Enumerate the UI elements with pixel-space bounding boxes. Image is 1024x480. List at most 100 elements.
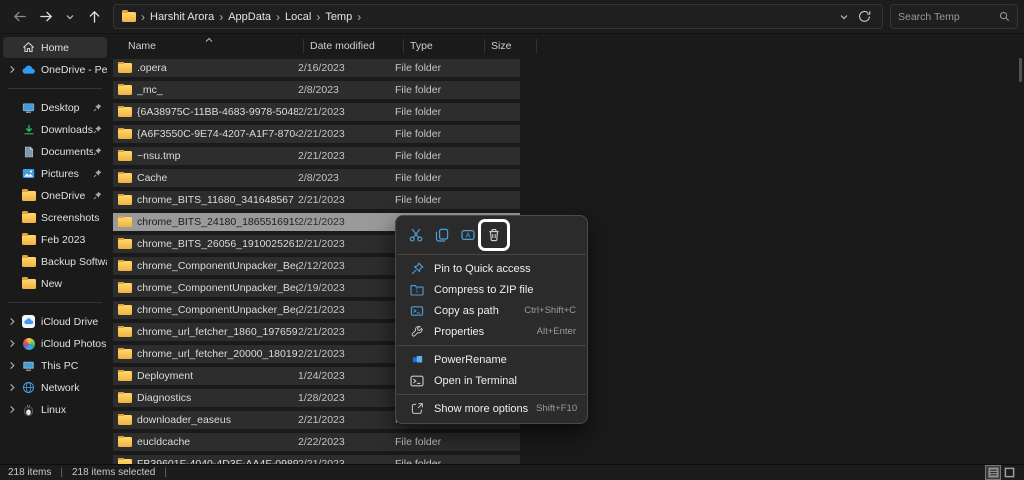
- expand-chevron-icon[interactable]: [3, 65, 20, 74]
- file-type-cell: File folder: [395, 84, 520, 96]
- folder-icon: [118, 349, 132, 359]
- table-row[interactable]: _mc_2/8/2023File folder: [113, 81, 520, 99]
- zip-icon: [410, 284, 424, 296]
- sidebar-item-desktop[interactable]: Desktop: [3, 97, 107, 118]
- table-row[interactable]: eucldcache2/22/2023File folder: [113, 433, 520, 451]
- vertical-scrollbar[interactable]: [1019, 58, 1022, 82]
- recent-locations-chevron-icon[interactable]: [64, 8, 76, 26]
- sidebar-item-label: OneDrive: [41, 190, 93, 202]
- menu-item-powerrename[interactable]: PowerRename: [396, 349, 587, 370]
- sidebar-item-documents[interactable]: Documents: [3, 141, 107, 162]
- details-view-button[interactable]: [986, 466, 1000, 479]
- folder-icon: [118, 415, 132, 425]
- file-date-cell: 2/22/2023: [298, 436, 395, 448]
- address-dropdown-chevron-icon[interactable]: [834, 12, 854, 22]
- file-type-cell: File folder: [395, 150, 520, 162]
- menu-item-open-in-terminal[interactable]: Open in Terminal: [396, 370, 587, 391]
- sidebar-item-label: Desktop: [41, 102, 93, 114]
- sidebar-item-pictures[interactable]: Pictures: [3, 163, 107, 184]
- menu-item-show-more-options[interactable]: Show more optionsShift+F10: [396, 398, 587, 419]
- column-header-name[interactable]: Name: [113, 39, 304, 53]
- copy-button[interactable]: [429, 222, 455, 248]
- sidebar-item-icloud-photos[interactable]: iCloud Photos: [3, 333, 107, 354]
- breadcrumb-segment[interactable]: AppData: [228, 11, 271, 23]
- table-row[interactable]: Cache2/8/2023File folder: [113, 169, 520, 187]
- large-icons-view-button[interactable]: [1002, 466, 1016, 479]
- column-header-date-modified[interactable]: Date modified: [304, 39, 404, 53]
- toolbar: › Harshit Arora›AppData›Local›Temp› Sear…: [0, 0, 1024, 34]
- menu-item-label: Properties: [434, 326, 529, 338]
- expand-chevron-icon[interactable]: [3, 383, 20, 392]
- breadcrumb-chevron-icon: ›: [352, 11, 366, 23]
- file-name-cell: chrome_BITS_24180_1865516919: [113, 216, 298, 228]
- sidebar-item-linux[interactable]: Linux: [3, 399, 107, 420]
- refresh-icon[interactable]: [854, 10, 874, 23]
- sidebar-item-onedrive[interactable]: OneDrive: [3, 185, 107, 206]
- search-input[interactable]: Search Temp: [898, 11, 999, 23]
- sidebar-item-icloud-drive[interactable]: iCloud Drive: [3, 311, 107, 332]
- sidebar-item-new[interactable]: New: [3, 273, 107, 294]
- sidebar-item-label: OneDrive - Persona: [41, 64, 107, 76]
- file-date-cell: 2/16/2023: [298, 62, 395, 74]
- column-header-type[interactable]: Type: [404, 39, 485, 53]
- folder-icon: [118, 195, 132, 205]
- file-name-cell: chrome_url_fetcher_1860_1976597337: [113, 326, 298, 338]
- folder-icon: [118, 173, 132, 183]
- delete-button[interactable]: [481, 222, 507, 248]
- sidebar-item-label: Documents: [41, 146, 93, 158]
- documents-icon: [24, 146, 34, 158]
- table-row[interactable]: chrome_BITS_11680_3416485672/21/2023File…: [113, 191, 520, 209]
- menu-item-pin-to-quick-access[interactable]: Pin to Quick access: [396, 258, 587, 279]
- forward-icon[interactable]: [37, 8, 55, 26]
- sidebar-item-feb-2023[interactable]: Feb 2023: [3, 229, 107, 250]
- cut-button[interactable]: [403, 222, 429, 248]
- status-divider: |: [51, 467, 72, 478]
- file-date-cell: 2/8/2023: [298, 84, 395, 96]
- menu-item-copy-as-path[interactable]: Copy as pathCtrl+Shift+C: [396, 300, 587, 321]
- folder-icon: [22, 279, 36, 289]
- breadcrumb-segment[interactable]: Harshit Arora: [150, 11, 214, 23]
- menu-item-properties[interactable]: PropertiesAlt+Enter: [396, 321, 587, 342]
- rename-button[interactable]: A: [455, 222, 481, 248]
- menu-item-shortcut: Ctrl+Shift+C: [524, 305, 576, 316]
- pin-icon: [93, 103, 106, 112]
- pin-icon: [93, 125, 106, 134]
- sidebar-item-backup-software[interactable]: Backup Software: [3, 251, 107, 272]
- search-box[interactable]: Search Temp: [890, 4, 1018, 29]
- folder-icon: [118, 327, 132, 337]
- file-name-cell: eucldcache: [113, 436, 298, 448]
- sidebar-item-label: Screenshots: [41, 212, 107, 224]
- file-date-cell: 2/21/2023: [298, 414, 395, 426]
- sidebar-item-home[interactable]: Home: [3, 37, 107, 58]
- file-date-cell: 2/21/2023: [298, 348, 395, 360]
- expand-chevron-icon[interactable]: [3, 317, 20, 326]
- folder-icon: [118, 437, 132, 447]
- file-name-cell: Diagnostics: [113, 392, 298, 404]
- sidebar: Home OneDrive - Persona Desktop Downloads Do…: [0, 33, 110, 465]
- sidebar-item-onedrive-persona[interactable]: OneDrive - Persona: [3, 59, 107, 80]
- table-row[interactable]: {A6F3550C-9E74-4207-A1F7-87041A253...2/2…: [113, 125, 520, 143]
- expand-chevron-icon[interactable]: [3, 361, 20, 370]
- column-header-size[interactable]: Size: [485, 39, 537, 53]
- back-icon[interactable]: [10, 8, 28, 26]
- sidebar-item-label: This PC: [41, 360, 107, 372]
- file-name-cell: Cache: [113, 172, 298, 184]
- breadcrumb-chevron-icon: ›: [311, 11, 325, 23]
- file-name-cell: {6A38975C-11BB-4683-9978-5048BA00A...: [113, 106, 298, 118]
- expand-chevron-icon[interactable]: [3, 405, 20, 414]
- file-date-cell: 2/21/2023: [298, 128, 395, 140]
- table-row[interactable]: .opera2/16/2023File folder: [113, 59, 520, 77]
- up-icon[interactable]: [85, 8, 103, 26]
- sidebar-item-downloads[interactable]: Downloads: [3, 119, 107, 140]
- menu-item-compress-to-zip-file[interactable]: Compress to ZIP file: [396, 279, 587, 300]
- address-bar[interactable]: › Harshit Arora›AppData›Local›Temp›: [113, 4, 883, 29]
- breadcrumb-segment[interactable]: Local: [285, 11, 311, 23]
- breadcrumb-chevron-icon: ›: [214, 11, 228, 23]
- sidebar-item-screenshots[interactable]: Screenshots: [3, 207, 107, 228]
- sidebar-item-network[interactable]: Network: [3, 377, 107, 398]
- sidebar-item-this-pc[interactable]: This PC: [3, 355, 107, 376]
- breadcrumb-segment[interactable]: Temp: [325, 11, 352, 23]
- table-row[interactable]: ~nsu.tmp2/21/2023File folder: [113, 147, 520, 165]
- expand-chevron-icon[interactable]: [3, 339, 20, 348]
- table-row[interactable]: {6A38975C-11BB-4683-9978-5048BA00A...2/2…: [113, 103, 520, 121]
